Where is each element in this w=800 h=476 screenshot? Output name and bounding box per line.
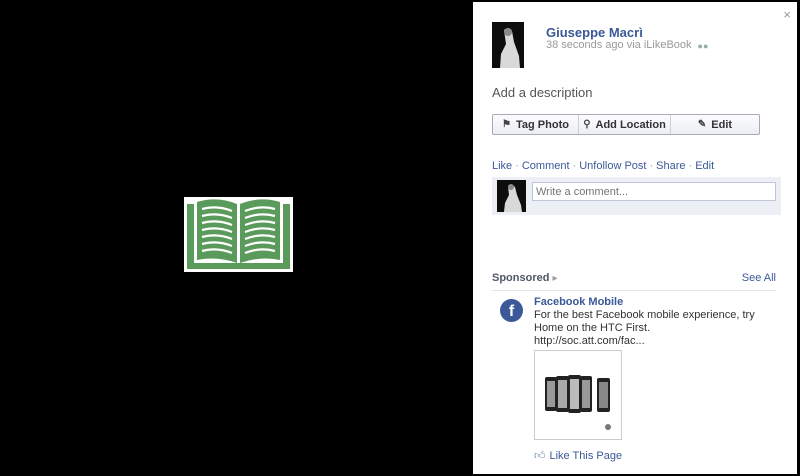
add-location-label: Add Location [595, 118, 666, 131]
separator: · [649, 160, 654, 172]
photo-action-bar: ⚑ Tag Photo ⚲ Add Location ✎ Edit [492, 114, 760, 135]
like-page-label: Like This Page [549, 449, 623, 462]
photo-stage[interactable] [0, 0, 473, 476]
ufi-links: Like · Comment · Unfollow Post · Share · Edit [492, 160, 714, 172]
ad-image[interactable] [534, 350, 622, 440]
like-this-page-button[interactable]: 👍︎ Like This Page [534, 449, 623, 463]
owner-name[interactable]: Giuseppe Macrì [546, 25, 643, 40]
like-link[interactable]: Like [492, 160, 512, 172]
tag-photo-button[interactable]: ⚑ Tag Photo [493, 115, 579, 134]
ad-title[interactable]: Facebook Mobile [534, 296, 623, 308]
ad-body: For the best Facebook mobile experience,… [534, 309, 755, 334]
thumbs-up-icon: 👍︎ [534, 450, 546, 462]
unfollow-post-link[interactable]: Unfollow Post [579, 160, 646, 172]
close-icon[interactable]: × [783, 8, 791, 21]
add-location-button[interactable]: ⚲ Add Location [579, 115, 671, 134]
tag-photo-label: Tag Photo [516, 118, 569, 131]
ad-url[interactable]: http://soc.att.com/fac... [534, 335, 645, 347]
owner-avatar[interactable] [492, 22, 524, 68]
location-pin-icon: ⚲ [583, 119, 591, 130]
add-description-field[interactable]: Add a description [492, 85, 592, 100]
post-timestamp[interactable]: 38 seconds ago via iLikeBook [546, 39, 692, 51]
edit-link[interactable]: Edit [695, 160, 714, 172]
sponsored-header: Sponsored ▸ See All [492, 271, 776, 291]
separator: · [515, 160, 519, 172]
tag-icon: ⚑ [502, 119, 511, 130]
facebook-logo-icon[interactable]: f [500, 299, 523, 322]
edit-label: Edit [711, 118, 733, 131]
share-link[interactable]: Share [656, 160, 685, 172]
separator: · [688, 160, 693, 172]
photo-info-panel: × Giuseppe Macrì 38 seconds ago via iLik… [473, 2, 797, 474]
commenter-avatar [497, 180, 526, 212]
photo-open-book-icon[interactable] [184, 197, 293, 272]
separator: · [572, 160, 577, 172]
sponsored-title: Sponsored ▸ [492, 272, 557, 284]
megaphone-icon: ▸ [552, 273, 558, 284]
comment-box [492, 177, 781, 215]
pencil-icon: ✎ [697, 119, 707, 130]
edit-button[interactable]: ✎ Edit [671, 115, 759, 134]
sponsored-label: Sponsored [492, 272, 550, 284]
post-meta: 38 seconds ago via iLikeBook ●● [546, 39, 708, 51]
see-all-link[interactable]: See All [742, 272, 776, 284]
comment-input[interactable] [532, 182, 776, 201]
comment-link[interactable]: Comment [522, 160, 570, 172]
friends-icon[interactable]: ●● [698, 41, 709, 51]
